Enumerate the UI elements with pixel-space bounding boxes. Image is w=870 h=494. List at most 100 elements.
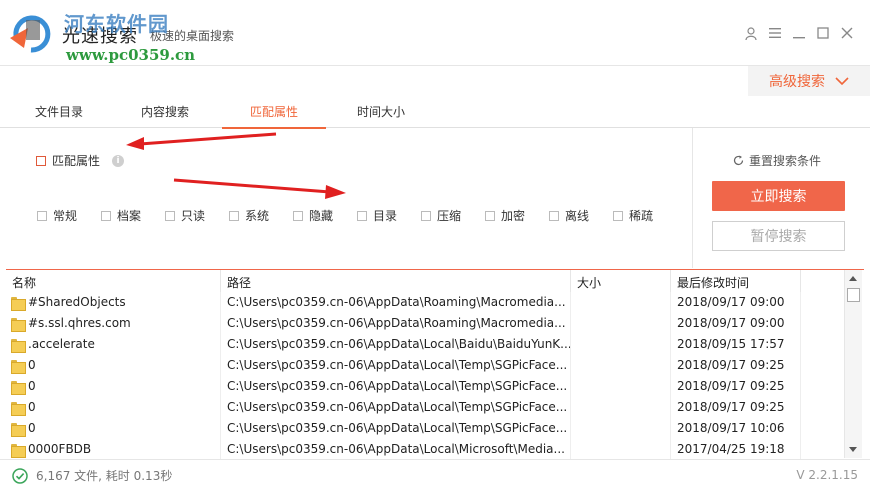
- cell-name: #s.ssl.qhres.com: [28, 316, 131, 330]
- app-logo-icon: [6, 8, 56, 58]
- table-header: 名称 路径 大小 最后修改时间: [6, 270, 844, 294]
- match-attributes-label: 匹配属性: [52, 154, 101, 168]
- minimize-icon[interactable]: [792, 26, 806, 40]
- scroll-up-icon[interactable]: [849, 276, 857, 281]
- cell-size: [571, 397, 671, 418]
- cell-modified: 2018/09/17 09:25: [671, 355, 801, 376]
- attr-label: 离线: [565, 209, 590, 223]
- attr-checkbox[interactable]: [613, 210, 623, 221]
- cell-modified: 2018/09/17 09:25: [671, 397, 801, 418]
- tab-file-directory[interactable]: 文件目录: [14, 96, 104, 128]
- annotation-arrow-right: [173, 178, 346, 199]
- table-row[interactable]: 0000FBDB C:\Users\pc0359.cn-06\AppData\L…: [6, 439, 844, 459]
- reset-search-label: 重置搜索条件: [749, 154, 822, 168]
- attr-checkbox[interactable]: [37, 210, 47, 221]
- column-header-path[interactable]: 路径: [221, 270, 571, 294]
- attr-option[interactable]: 只读: [165, 207, 205, 224]
- attr-option[interactable]: 常规: [37, 207, 77, 224]
- cell-name: 0: [28, 379, 36, 393]
- folder-icon: [11, 317, 26, 332]
- close-icon[interactable]: [840, 26, 854, 40]
- match-attributes-option[interactable]: 匹配属性 i: [36, 152, 125, 169]
- cell-modified: 2018/09/17 09:25: [671, 376, 801, 397]
- attr-checkbox[interactable]: [101, 210, 111, 221]
- tab-content-search[interactable]: 内容搜索: [120, 96, 210, 128]
- attr-option[interactable]: 压缩: [421, 207, 461, 224]
- cell-name: .accelerate: [28, 337, 95, 351]
- attr-checkbox[interactable]: [549, 210, 559, 221]
- user-icon[interactable]: [744, 26, 758, 40]
- table-row[interactable]: 0 C:\Users\pc0359.cn-06\AppData\Local\Te…: [6, 397, 844, 418]
- cell-path: C:\Users\pc0359.cn-06\AppData\Local\Temp…: [221, 418, 571, 439]
- match-attributes-checkbox[interactable]: [36, 155, 46, 166]
- watermark-title: 河东软件园: [64, 12, 169, 36]
- attr-label: 稀疏: [629, 209, 654, 223]
- attr-checkbox[interactable]: [421, 210, 431, 221]
- cell-size: [571, 313, 671, 334]
- info-icon[interactable]: i: [112, 154, 125, 167]
- scroll-down-icon[interactable]: [849, 447, 857, 452]
- table-row[interactable]: 0 C:\Users\pc0359.cn-06\AppData\Local\Te…: [6, 418, 844, 439]
- results-scrollbar[interactable]: [844, 270, 862, 458]
- attr-checkbox[interactable]: [165, 210, 175, 221]
- attr-option[interactable]: 目录: [357, 207, 397, 224]
- tab-match-attributes[interactable]: 匹配属性: [222, 96, 326, 129]
- table-row[interactable]: #SharedObjects C:\Users\pc0359.cn-06\App…: [6, 292, 844, 313]
- attr-label: 目录: [373, 209, 398, 223]
- attr-label: 加密: [501, 209, 526, 223]
- attr-option[interactable]: 稀疏: [613, 207, 653, 224]
- column-header-modified[interactable]: 最后修改时间: [671, 270, 801, 294]
- attr-checkbox[interactable]: [485, 210, 495, 221]
- cell-size: [571, 355, 671, 376]
- status-bar: 6,167 文件, 耗时 0.13秒 V 2.2.1.15: [0, 459, 870, 494]
- advanced-search-toggle[interactable]: 高级搜索: [748, 66, 870, 96]
- scrollbar-thumb[interactable]: [847, 288, 860, 302]
- search-now-button[interactable]: 立即搜索: [712, 181, 845, 211]
- attr-label: 隐藏: [309, 209, 334, 223]
- folder-icon: [11, 443, 26, 458]
- menu-icon[interactable]: [768, 26, 782, 40]
- status-summary: 6,167 文件, 耗时 0.13秒: [36, 469, 173, 483]
- reset-search-button[interactable]: 重置搜索条件: [733, 152, 821, 169]
- window-controls: [744, 26, 854, 40]
- column-header-blank: [801, 270, 844, 294]
- attr-option[interactable]: 系统: [229, 207, 269, 224]
- cell-path: C:\Users\pc0359.cn-06\AppData\Local\Temp…: [221, 376, 571, 397]
- cell-name: #SharedObjects: [28, 295, 126, 309]
- attr-label: 压缩: [437, 209, 462, 223]
- attr-option[interactable]: 隐藏: [293, 207, 333, 224]
- tab-time-size[interactable]: 时间大小: [336, 96, 426, 128]
- table-row[interactable]: #s.ssl.qhres.com C:\Users\pc0359.cn-06\A…: [6, 313, 844, 334]
- cell-name: 0000FBDB: [28, 442, 92, 456]
- folder-icon: [11, 296, 26, 311]
- table-row[interactable]: 0 C:\Users\pc0359.cn-06\AppData\Local\Te…: [6, 355, 844, 376]
- attr-option[interactable]: 加密: [485, 207, 525, 224]
- advanced-search-label: 高级搜索: [769, 74, 825, 90]
- folder-icon: [11, 359, 26, 374]
- column-header-name[interactable]: 名称: [6, 270, 221, 294]
- attr-label: 档案: [117, 209, 142, 223]
- attr-checkbox[interactable]: [229, 210, 239, 221]
- maximize-icon[interactable]: [816, 26, 830, 40]
- attr-checkbox[interactable]: [293, 210, 303, 221]
- cell-size: [571, 376, 671, 397]
- cell-path: C:\Users\pc0359.cn-06\AppData\Local\Temp…: [221, 355, 571, 376]
- table-row[interactable]: 0 C:\Users\pc0359.cn-06\AppData\Local\Te…: [6, 376, 844, 397]
- attr-checkbox[interactable]: [357, 210, 367, 221]
- chevron-down-icon: [835, 77, 849, 86]
- cell-modified: 2018/09/17 09:00: [671, 292, 801, 313]
- folder-icon: [11, 422, 26, 437]
- table-row[interactable]: .accelerate C:\Users\pc0359.cn-06\AppDat…: [6, 334, 844, 355]
- pause-search-button[interactable]: 暂停搜索: [712, 221, 845, 251]
- watermark-url: www.pc0359.cn: [66, 46, 196, 64]
- column-header-size[interactable]: 大小: [571, 270, 671, 294]
- title-bar: 光速搜索 极速的桌面搜索 河东软件园 www.pc0359.cn: [0, 0, 870, 66]
- tab-bar: 文件目录 内容搜索 匹配属性 时间大小: [0, 96, 870, 129]
- cell-modified: 2018/09/15 17:57: [671, 334, 801, 355]
- annotation-arrow-left: [126, 132, 277, 150]
- cell-path: C:\Users\pc0359.cn-06\AppData\Roaming\Ma…: [221, 313, 571, 334]
- attr-option[interactable]: 档案: [101, 207, 141, 224]
- attr-option[interactable]: 离线: [549, 207, 589, 224]
- attr-label: 只读: [181, 209, 206, 223]
- cell-size: [571, 334, 671, 355]
